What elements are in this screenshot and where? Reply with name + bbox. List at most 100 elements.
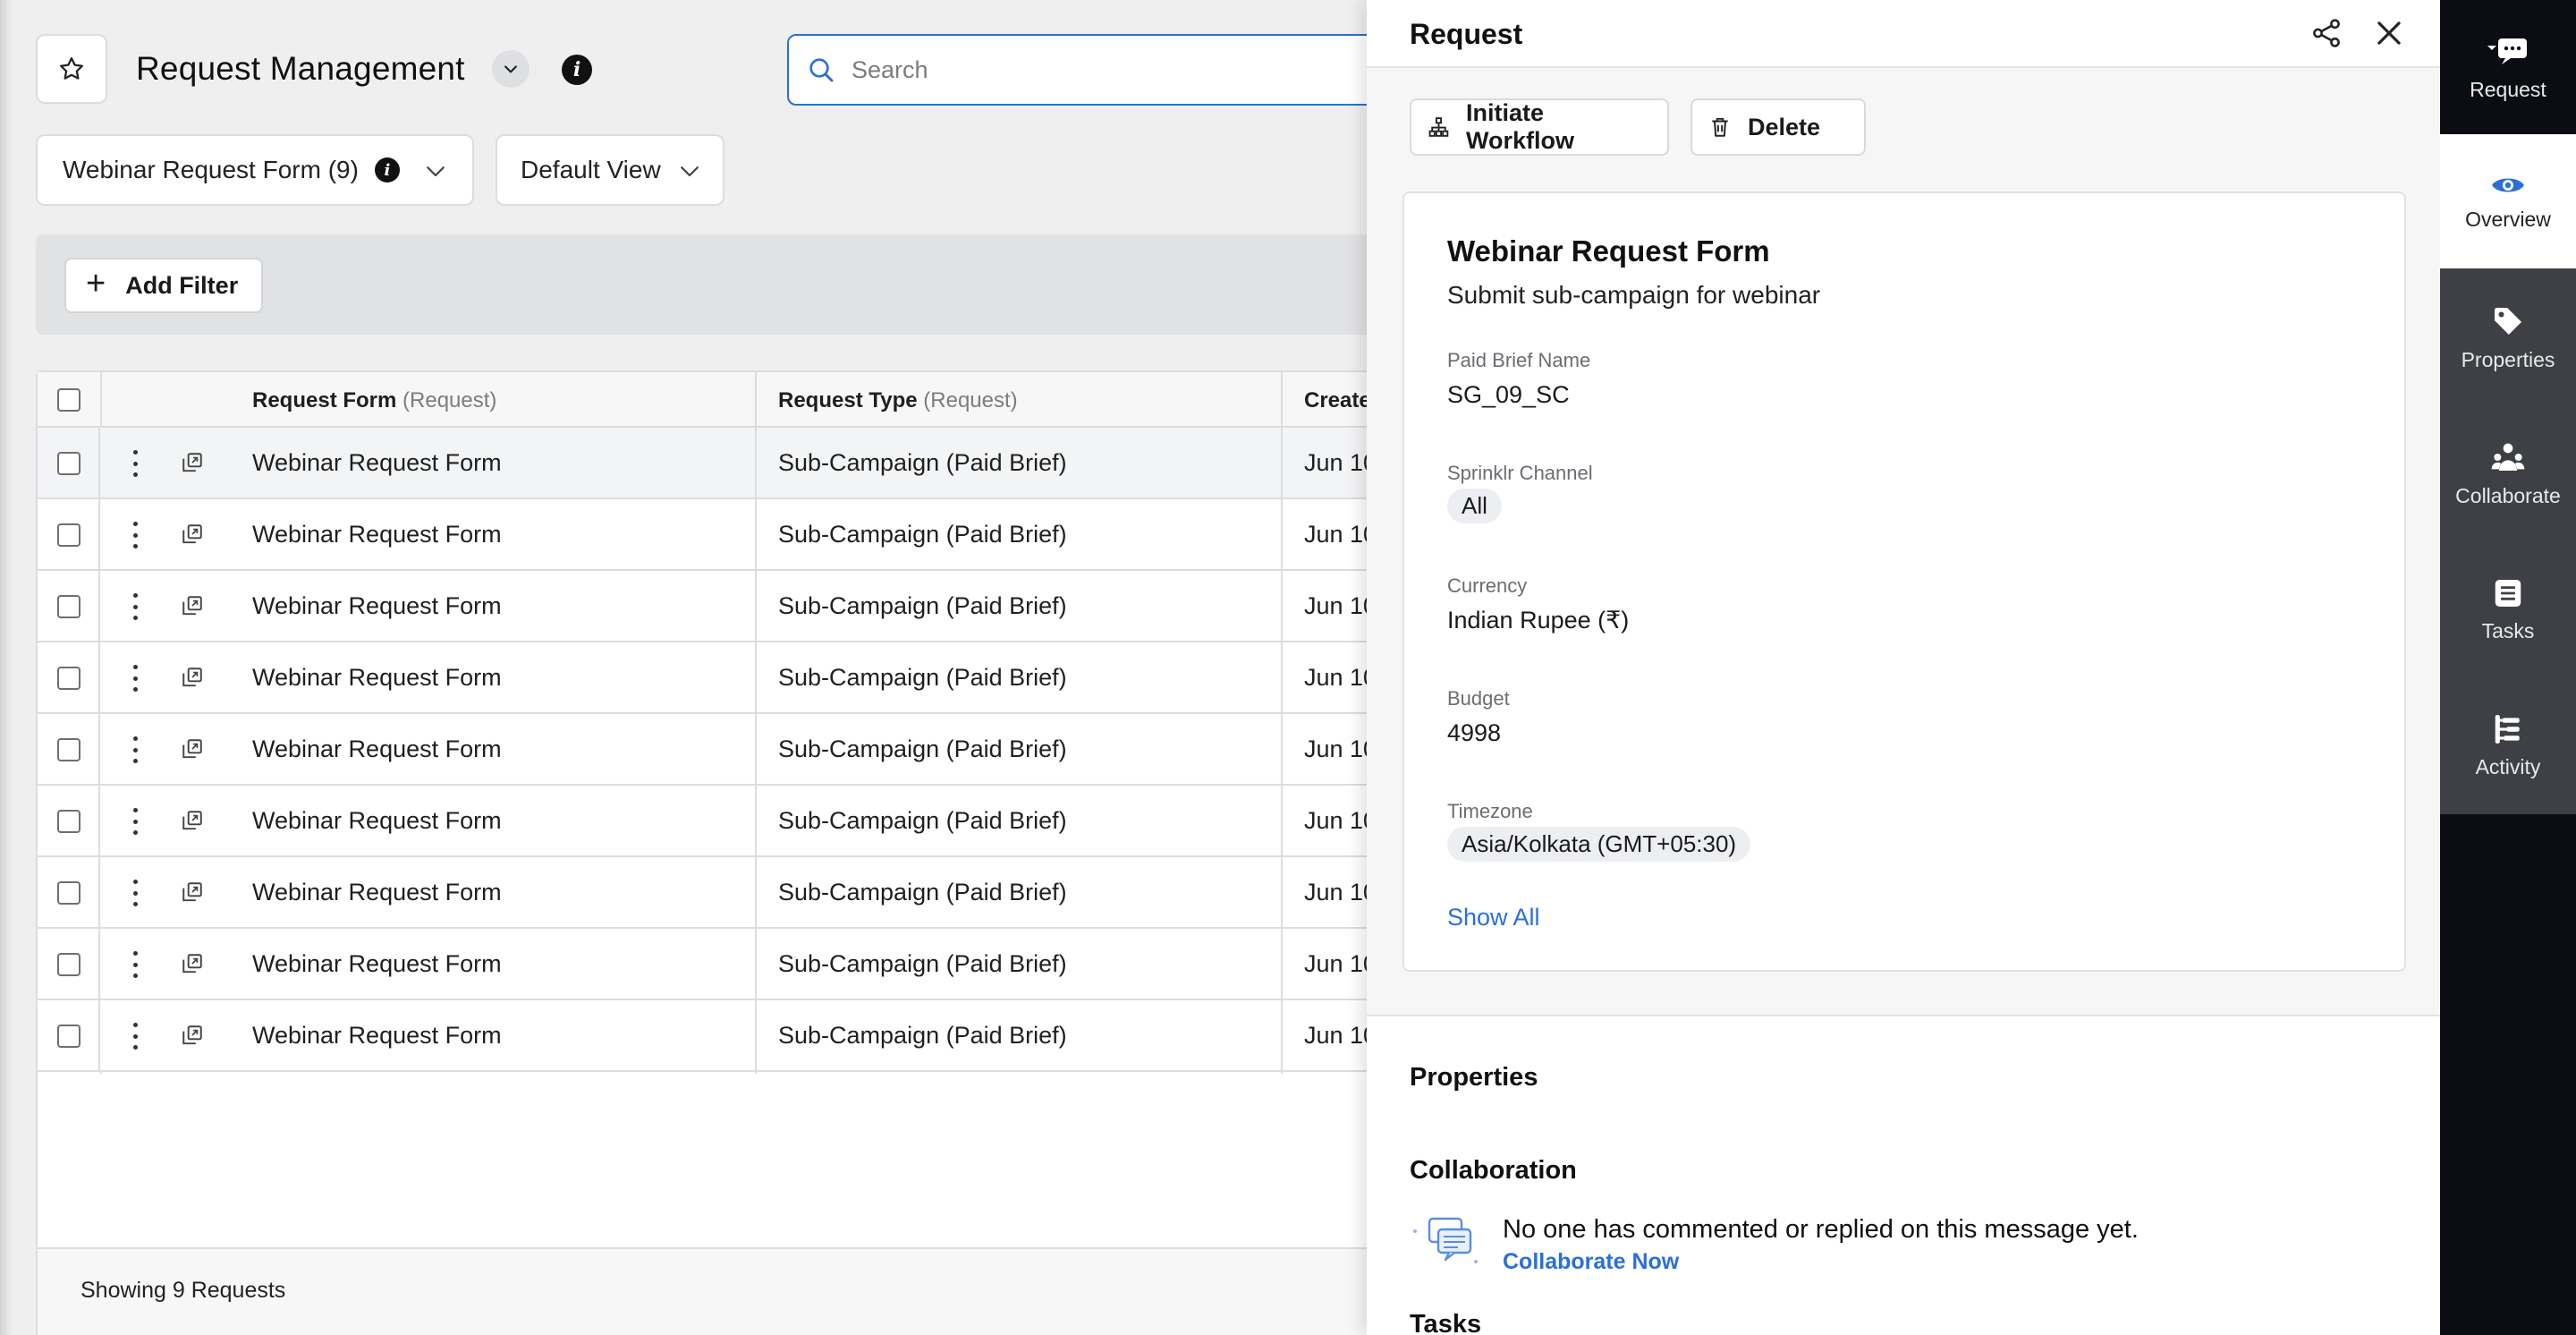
open-in-new-icon[interactable] [181, 666, 204, 693]
open-in-new-icon[interactable] [181, 880, 204, 908]
table-row[interactable]: Webinar Request Form Sub-Campaign (Paid B… [38, 642, 1377, 714]
info-icon[interactable]: i [374, 157, 400, 183]
select-all-checkbox[interactable] [57, 388, 80, 412]
table-row[interactable]: Webinar Request Form Sub-Campaign (Paid B… [38, 571, 1377, 642]
row-checkbox[interactable] [57, 667, 80, 690]
column-divider [755, 1000, 757, 1072]
row-checkbox[interactable] [57, 810, 80, 833]
field-label-currency: Currency [1447, 574, 1528, 597]
column-header-label: Create [1304, 388, 1371, 412]
row-checkbox[interactable] [57, 1025, 80, 1048]
more-options-icon[interactable] [133, 593, 139, 620]
panel-header [1367, 0, 2440, 68]
delete-button[interactable]: Delete [1690, 98, 1866, 156]
cell-request-form: Webinar Request Form [252, 807, 502, 834]
row-checkbox[interactable] [57, 738, 80, 761]
add-filter-button[interactable]: + Add Filter [64, 258, 263, 313]
channel-chip: All [1447, 489, 1502, 523]
column-header-label: Request Form [252, 388, 397, 412]
column-header-created[interactable]: Create [1304, 388, 1371, 413]
column-divider [1281, 929, 1283, 1000]
more-options-icon[interactable] [133, 951, 139, 978]
column-divider [755, 857, 757, 929]
more-options-icon[interactable] [133, 808, 139, 835]
overlay-shadow [0, 0, 13, 1335]
show-all-link[interactable]: Show All [1447, 904, 1540, 931]
timezone-chip: Asia/Kolkata (GMT+05:30) [1447, 827, 1751, 862]
close-button[interactable] [2372, 16, 2406, 50]
cell-created: Jun 10 [1304, 592, 1377, 619]
cell-request-type: Sub-Campaign (Paid Brief) [778, 664, 1067, 691]
open-in-new-icon[interactable] [181, 952, 204, 980]
column-divider [98, 499, 100, 571]
open-in-new-icon[interactable] [181, 809, 204, 837]
column-header-sub: (Request) [923, 388, 1018, 412]
open-in-new-icon[interactable] [181, 594, 204, 622]
rail-item-request[interactable]: Request [2440, 0, 2576, 134]
rail-label-properties: Properties [2461, 347, 2555, 371]
row-checkbox[interactable] [57, 523, 80, 547]
page-title: Request Management [136, 50, 465, 87]
title-dropdown-button[interactable] [492, 50, 530, 88]
column-header-request-form[interactable]: Request Form (Request) [252, 388, 496, 413]
more-options-icon[interactable] [133, 665, 139, 692]
trash-icon [1712, 117, 1728, 137]
more-options-icon[interactable] [133, 736, 139, 763]
open-in-new-icon[interactable] [181, 737, 204, 765]
share-button[interactable] [2309, 16, 2343, 50]
column-divider [1281, 642, 1283, 714]
more-options-icon[interactable] [133, 522, 139, 548]
rail-label-request: Request [2470, 77, 2546, 101]
more-options-icon[interactable] [133, 1023, 139, 1050]
rail-item-properties[interactable]: Properties [2440, 270, 2576, 404]
column-divider [1281, 786, 1283, 857]
column-divider [755, 428, 757, 499]
open-in-new-icon[interactable] [181, 451, 204, 479]
table-row[interactable]: Webinar Request Form Sub-Campaign (Paid B… [38, 428, 1377, 499]
favorite-button[interactable] [36, 34, 107, 104]
more-options-icon[interactable] [133, 880, 139, 906]
row-checkbox[interactable] [57, 595, 80, 618]
star-icon [60, 57, 83, 80]
column-divider [98, 929, 100, 1000]
table-row[interactable]: Webinar Request Form Sub-Campaign (Paid B… [38, 1000, 1377, 1072]
tasks-section-title: Tasks [1410, 1310, 1482, 1335]
comment-icon [2487, 38, 2527, 64]
column-divider [1281, 714, 1283, 786]
cell-request-form: Webinar Request Form [252, 879, 502, 906]
cell-request-type: Sub-Campaign (Paid Brief) [778, 449, 1067, 476]
close-icon [2377, 21, 2401, 45]
open-in-new-icon[interactable] [181, 1024, 204, 1051]
rail-item-collaborate[interactable]: Collaborate [2440, 406, 2576, 540]
column-divider [755, 714, 757, 786]
row-checkbox[interactable] [57, 953, 80, 976]
request-form-select[interactable]: Webinar Request Form (9) i [36, 134, 474, 206]
row-checkbox[interactable] [57, 452, 80, 475]
column-header-request-type[interactable]: Request Type (Request) [778, 388, 1018, 413]
initiate-workflow-button[interactable]: Initiate Workflow [1410, 98, 1669, 156]
rail-item-overview[interactable]: Overview [2440, 134, 2576, 268]
add-filter-label: Add Filter [125, 271, 239, 299]
info-icon[interactable]: i [562, 55, 592, 85]
table-row[interactable]: Webinar Request Form Sub-Campaign (Paid B… [38, 857, 1377, 929]
table-row[interactable]: Webinar Request Form Sub-Campaign (Paid B… [38, 714, 1377, 786]
rail-item-tasks[interactable]: Tasks [2440, 542, 2576, 676]
table-row[interactable]: Webinar Request Form Sub-Campaign (Paid B… [38, 786, 1377, 857]
view-select[interactable]: Default View [496, 134, 724, 206]
search-box[interactable] [787, 34, 1413, 106]
more-options-icon[interactable] [133, 450, 139, 477]
column-divider [755, 571, 757, 642]
search-input[interactable] [852, 55, 1299, 84]
table-row[interactable]: Webinar Request Form Sub-Campaign (Paid B… [38, 929, 1377, 1000]
column-divider [98, 714, 100, 786]
collaborate-now-link[interactable]: Collaborate Now [1503, 1249, 1679, 1275]
field-value-budget: 4998 [1447, 719, 1502, 746]
field-value-currency: Indian Rupee (₹) [1447, 607, 1630, 633]
rail-item-activity[interactable]: Activity [2440, 678, 2576, 812]
table-row[interactable]: Webinar Request Form Sub-Campaign (Paid B… [38, 499, 1377, 571]
row-checkbox[interactable] [57, 881, 80, 905]
column-divider [1281, 428, 1283, 499]
open-in-new-icon[interactable] [181, 523, 204, 550]
request-form-select-label: Webinar Request Form (9) [63, 156, 359, 183]
column-divider [1281, 1000, 1283, 1072]
